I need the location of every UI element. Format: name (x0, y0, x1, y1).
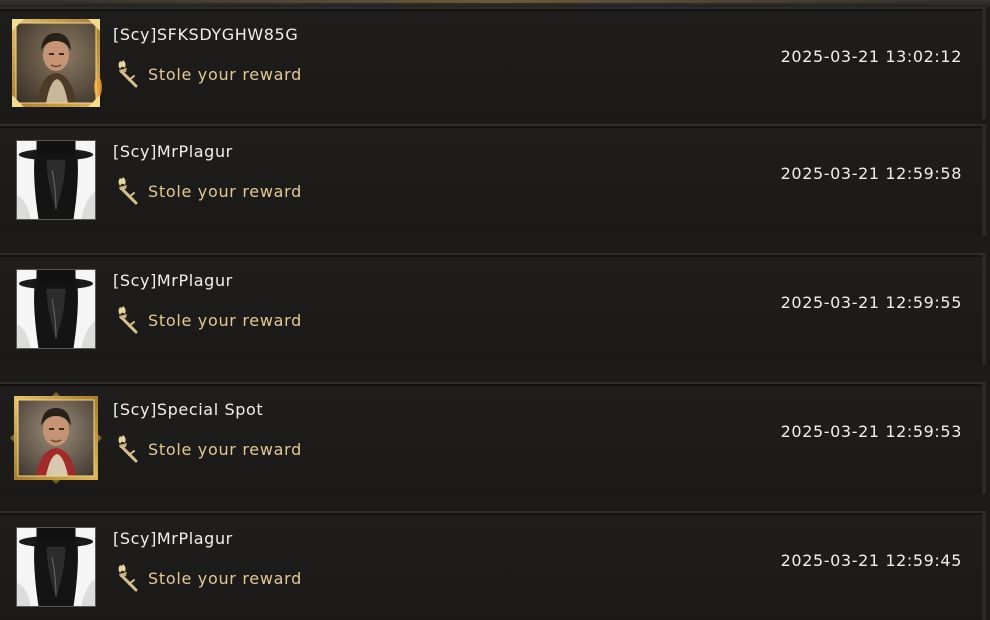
timestamp: 2025-03-21 12:59:58 (780, 164, 962, 183)
torch-icon (118, 60, 138, 88)
plague-doctor-icon[interactable] (16, 527, 96, 607)
timestamp: 2025-03-21 12:59:45 (780, 551, 962, 570)
torch-icon (118, 306, 138, 334)
timestamp: 2025-03-21 12:59:55 (780, 293, 962, 312)
list-item[interactable]: [Scy]MrPlagur Stole your reward 2025-03-… (0, 124, 986, 236)
hero-portrait-icon[interactable] (10, 17, 102, 109)
player-name: [Scy]MrPlagur (113, 271, 233, 290)
activity-log-list: [Scy]SFKSDYGHW85G Stole your reward 2025… (0, 0, 990, 620)
action-text: Stole your reward (148, 310, 302, 330)
action-line: Stole your reward (114, 434, 302, 464)
list-item[interactable]: [Scy]Special Spot Stole your reward 2025… (0, 382, 986, 494)
torch-icon (118, 177, 138, 205)
list-item[interactable]: [Scy]MrPlagur Stole your reward 2025-03-… (0, 511, 986, 620)
list-item[interactable]: [Scy]SFKSDYGHW85G Stole your reward 2025… (0, 7, 986, 119)
plague-doctor-icon[interactable] (16, 140, 96, 220)
timestamp: 2025-03-21 13:02:12 (780, 47, 962, 66)
torch-icon (118, 564, 138, 592)
action-text: Stole your reward (148, 568, 302, 588)
player-name: [Scy]Special Spot (113, 400, 264, 419)
action-text: Stole your reward (148, 64, 302, 84)
plague-doctor-icon[interactable] (16, 269, 96, 349)
list-item[interactable]: [Scy]MrPlagur Stole your reward 2025-03-… (0, 253, 986, 365)
player-name: [Scy]MrPlagur (113, 142, 233, 161)
action-line: Stole your reward (114, 176, 302, 206)
action-line: Stole your reward (114, 563, 302, 593)
player-name: [Scy]MrPlagur (113, 529, 233, 548)
torch-icon (118, 435, 138, 463)
hero-portrait-icon[interactable] (10, 392, 102, 484)
timestamp: 2025-03-21 12:59:53 (780, 422, 962, 441)
action-line: Stole your reward (114, 59, 302, 89)
action-text: Stole your reward (148, 181, 302, 201)
action-line: Stole your reward (114, 305, 302, 335)
player-name: [Scy]SFKSDYGHW85G (113, 25, 299, 44)
action-text: Stole your reward (148, 439, 302, 459)
list-top-border (0, 0, 990, 7)
